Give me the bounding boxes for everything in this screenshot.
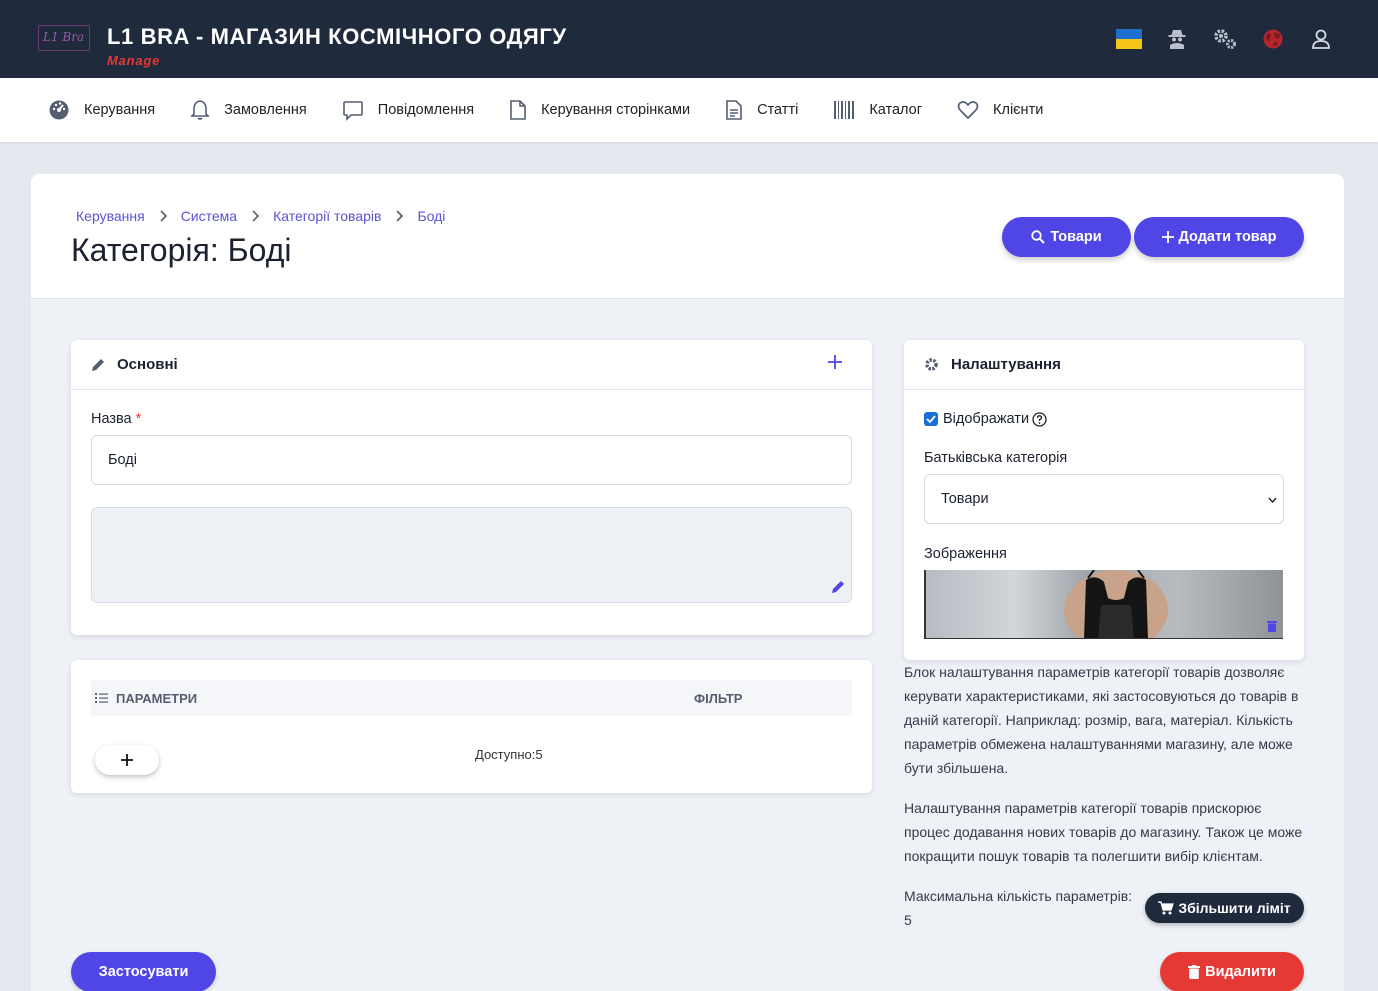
info-paragraph-2: Налаштування параметрів категорії товарі… (904, 800, 1303, 864)
dashboard-icon (49, 100, 69, 120)
breadcrumb: Керування Система Категорії товарів Боді (76, 208, 445, 224)
display-checkbox[interactable] (924, 412, 938, 426)
pencil-icon (92, 358, 104, 371)
apply-button[interactable]: Застосувати (71, 952, 216, 991)
barcode-icon (834, 101, 855, 119)
settings-panel-header: Налаштування (904, 340, 1304, 390)
display-toggle: Відображати (924, 411, 1047, 427)
description-editor[interactable] (91, 507, 852, 603)
name-input[interactable]: Боді (91, 435, 852, 485)
main-nav: Керування Замовлення Повідомлення Керува… (0, 78, 1378, 142)
document-icon (726, 100, 742, 120)
nav-item-pages[interactable]: Керування сторінками (509, 99, 690, 121)
plus-icon (121, 754, 133, 766)
name-label: Назва * (91, 411, 142, 427)
category-image[interactable] (924, 570, 1283, 639)
edit-pencil-icon[interactable] (831, 580, 845, 594)
params-table-header: ПАРАМЕТРИ ФІЛЬТР (91, 680, 852, 716)
app-title: L1 BRA - МАГАЗИН КОСМІЧНОГО ОДЯГУ (107, 24, 567, 49)
page-icon (510, 100, 526, 120)
category-photo (1064, 570, 1168, 638)
parent-category-select[interactable]: Товари (924, 474, 1284, 524)
basic-panel: Основні Назва * Боді (71, 340, 872, 635)
header-icons (1116, 26, 1334, 52)
add-product-button[interactable]: Додати товар (1134, 217, 1304, 257)
settings-panel: Налаштування Відображати Батьківська кат… (904, 340, 1304, 660)
store-logo[interactable]: L1 Bra (38, 25, 90, 51)
breadcrumb-item-system[interactable]: Система (181, 208, 237, 224)
increase-limit-button[interactable]: Збільшити ліміт (1145, 893, 1304, 923)
chevron-right-icon (251, 210, 260, 222)
image-label: Зображення (924, 546, 1007, 562)
nav-item-clients[interactable]: Клієнти (957, 100, 1043, 120)
gears-icon[interactable] (1212, 26, 1238, 52)
chevron-right-icon (395, 210, 404, 222)
max-params-label: Максимальна кількість параметрів: (904, 888, 1133, 904)
max-params-value: 5 (904, 912, 912, 928)
chevron-right-icon (159, 210, 167, 222)
cart-icon (1158, 901, 1175, 915)
basic-panel-header: Основні (71, 340, 872, 390)
info-paragraph-1: Блок налаштування параметрів категорії т… (904, 664, 1299, 776)
spy-icon[interactable] (1164, 26, 1190, 52)
trash-icon (1188, 965, 1201, 979)
breadcrumb-item-current[interactable]: Боді (417, 208, 445, 224)
app-subtitle: Manage (107, 53, 161, 68)
nav-item-catalog[interactable]: Каталог (833, 100, 922, 120)
delete-button[interactable]: Видалити (1160, 952, 1304, 991)
search-icon (1031, 230, 1046, 244)
heart-icon (957, 101, 979, 120)
message-icon (342, 101, 363, 121)
products-button[interactable]: Товари (1002, 217, 1131, 257)
bell-icon (190, 100, 211, 120)
ukraine-flag-icon[interactable] (1116, 26, 1142, 52)
page-title: Категорія: Боді (71, 232, 292, 268)
breadcrumb-item-dashboard[interactable]: Керування (76, 208, 145, 224)
help-icon[interactable] (1032, 411, 1047, 427)
nav-item-orders[interactable]: Замовлення (190, 99, 307, 121)
globe-icon[interactable] (1260, 26, 1286, 52)
list-icon (95, 693, 108, 703)
params-panel: ПАРАМЕТРИ ФІЛЬТР Доступно:5 (71, 660, 872, 793)
nav-item-messages[interactable]: Повідомлення (342, 99, 474, 121)
add-parameter-button[interactable] (95, 745, 159, 775)
available-count: Доступно:5 (475, 747, 543, 762)
col-params: ПАРАМЕТРИ (116, 690, 198, 706)
plus-icon (1161, 231, 1174, 243)
expand-plus-icon[interactable] (828, 355, 842, 369)
parent-category-label: Батьківська категорія (924, 450, 1068, 466)
delete-image-icon[interactable] (1267, 620, 1277, 632)
user-icon[interactable] (1308, 26, 1334, 52)
chevron-down-icon (1268, 497, 1277, 503)
category-card: Керування Система Категорії товарів Боді… (31, 174, 1344, 991)
top-header: L1 Bra L1 BRA - МАГАЗИН КОСМІЧНОГО ОДЯГУ… (0, 0, 1378, 78)
nav-item-articles[interactable]: Статті (725, 99, 798, 121)
gear-icon (925, 358, 938, 371)
col-filter: ФІЛЬТР (694, 690, 743, 706)
nav-item-dashboard[interactable]: Керування (48, 99, 155, 121)
card-header: Керування Система Категорії товарів Боді… (31, 174, 1344, 299)
breadcrumb-item-categories[interactable]: Категорії товарів (273, 208, 381, 224)
